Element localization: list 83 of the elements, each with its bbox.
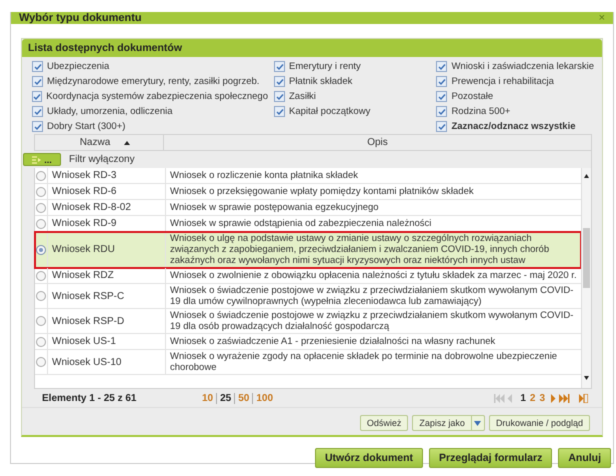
document-description: Wniosek o świadczenie postojowe w związku z przeciwdziałaniem skutkom wywołanym COVID-19 dla umów cywilnoprawnych (wypełnia zleceniodawca lub zamawiający) <box>170 285 574 307</box>
table-row[interactable] <box>35 232 581 268</box>
document-description: Wniosek o świadczenie postojowe w związku z przeciwdziałaniem skutkom wywołanym COVID-19 dla osób prowadzących działalność gospodarczą <box>170 310 574 332</box>
table-row[interactable]: Wniosek RD-6 Wniosek o przeksięgowanie wpłaty pomiędzy kontami płatników składek <box>35 184 581 200</box>
checkbox-label: Kapitał początkowy <box>289 106 370 117</box>
document-description: Wniosek w sprawie postępowania egzekucyjnego <box>170 202 379 213</box>
document-description: Wniosek o przeksięgowanie wpłaty pomiędzy kontami płatników składek <box>170 186 474 197</box>
document-name: Wniosek RSP-D <box>52 316 124 326</box>
sort-ascending-icon <box>124 140 130 144</box>
table-row[interactable]: Wniosek US-10 Wniosek o wyrażenie zgody na opłacenie składek po terminie na dobrowolne ubezpieczenie chorobowe <box>35 350 581 375</box>
checkbox-label: Prewencja i rehabilitacja <box>451 76 554 87</box>
filter-button[interactable]: ... <box>23 153 61 166</box>
table-row[interactable]: Wniosek RDZ Wniosek o zwolnienie z obowiązku opłacenia należności z tytułu składek za marzec - maj 2020 r. <box>35 268 581 284</box>
document-description: Wniosek w sprawie odstąpienia od zabezpieczenia należności <box>170 218 432 229</box>
category-checkbox[interactable] <box>274 76 285 87</box>
item-count: Elementy 1 - 25 z 61 <box>42 392 138 404</box>
document-description: Wniosek o zaświadczenie A1 - przeniesienie działalności na własny rachunek <box>170 336 496 347</box>
category-checkbox[interactable] <box>274 106 285 117</box>
document-name: Wniosek RDU <box>52 244 115 255</box>
table-row[interactable]: Wniosek RD-3 Wniosek o rozliczenie konta płatnika składek <box>35 168 581 184</box>
checkbox-label: Dobry Start (300+) <box>47 121 126 132</box>
document-name: Wniosek RD-9 <box>52 218 116 229</box>
table-row[interactable]: Wniosek US-1 Wniosek o zaświadczenie A1 - przeniesienie działalności na własny rachunek <box>35 334 581 350</box>
checkbox-label: Układy, umorzenia, odliczenia <box>47 106 172 117</box>
page-end-icon[interactable] <box>579 394 588 402</box>
scrollbar[interactable] <box>581 168 591 388</box>
checkbox-label: Rodzina 500+ <box>451 106 510 117</box>
caret-icon <box>474 420 482 426</box>
document-name: Wniosek RD-6 <box>52 186 116 197</box>
checkbox-label: Emerytury i renty <box>289 61 361 72</box>
document-name: Wniosek US-10 <box>52 356 122 368</box>
category-checkbox[interactable] <box>32 121 43 132</box>
radio-button[interactable] <box>36 336 46 346</box>
document-description: Wniosek o wyrażenie zgody na opłacenie składek po terminie na dobrowolne ubezpieczenie chorobowe <box>170 351 558 373</box>
table-row[interactable]: Wniosek RSP-D Wniosek o świadczenie postojowe w związku z przeciwdziałaniem skutkom wywołanym COVID-19 dla osób prowadzących działalność gospodarczą <box>35 309 581 334</box>
checkbox-label: Pozostałe <box>451 91 494 102</box>
radio-button[interactable] <box>36 270 46 280</box>
column-header[interactable]: Opis <box>367 137 388 148</box>
document-name: Wniosek RD-3 <box>52 170 116 181</box>
dialog-title: Wybór typu dokumentu <box>19 12 142 24</box>
checkbox-label: Płatnik składek <box>289 76 352 87</box>
radio-button[interactable] <box>36 291 46 301</box>
action-button[interactable]: Przeglądaj formularz <box>429 448 552 468</box>
panel-title: Lista dostępnych dokumentów <box>22 39 602 57</box>
category-checkbox[interactable] <box>274 91 285 102</box>
category-checkbox[interactable] <box>32 91 42 102</box>
radio-button[interactable] <box>36 316 46 326</box>
toolbar-button[interactable]: Odśwież <box>360 415 408 431</box>
checkbox-label: Międzynarodowe emerytury, renty, zasiłki pogrzeb. <box>47 76 260 87</box>
table-row[interactable]: Wniosek RSP-C Wniosek o świadczenie postojowe w związku z przeciwdziałaniem skutkom wywołanym COVID-19 dla umów cywilnoprawnych (wypełnia zleceniodawca lub zamawiający) <box>35 284 581 309</box>
document-name: Wniosek RDZ <box>52 270 114 281</box>
category-checkbox[interactable] <box>32 106 43 117</box>
checkbox-label: Zasiłki <box>289 91 316 102</box>
document-description: Wniosek o rozliczenie konta płatnika składek <box>170 170 358 181</box>
category-checkbox[interactable] <box>32 76 43 87</box>
filter-status: Filtr wyłączony <box>69 154 135 165</box>
page-link[interactable]: 1 <box>520 392 526 404</box>
document-name: Wniosek US-1 <box>52 336 116 347</box>
checkbox-label: Wnioski i zaświadczenia lekarskie <box>451 61 594 72</box>
radio-button[interactable] <box>36 244 46 254</box>
action-button[interactable]: Utwórz dokument <box>314 448 424 468</box>
checkbox-label: Zaznacz/odznacz wszystkie <box>451 121 576 132</box>
select-all-checkbox[interactable] <box>436 121 448 132</box>
page-size-link[interactable]: 25 <box>216 392 232 404</box>
column-header[interactable]: Nazwa <box>80 137 110 148</box>
document-description: Wniosek o zwolnienie z obowiązku opłacenia należności z tytułu składek za marzec - maj 2020 r. <box>170 270 577 281</box>
document-name: Wniosek RSP-C <box>52 290 124 302</box>
save-as-dropdown-button[interactable]: Zapisz jako <box>412 415 485 431</box>
category-checkbox[interactable] <box>274 61 285 72</box>
category-checkbox[interactable] <box>436 61 448 72</box>
action-button[interactable]: Anuluj <box>558 448 611 468</box>
radio-button[interactable] <box>36 357 46 367</box>
category-checkbox[interactable] <box>436 76 448 87</box>
document-description: Wniosek o ulgę na podstawie ustawy o zmianie ustawy o szczególnych rozwiązaniach związanych z zapobieganiem, przeciwdziałaniem i zwalczaniem COVID-19, innych chorób zakaźnych oraz wywołanych nimi sytuacji kryzysowych oraz niektórych innych ustaw <box>170 233 550 266</box>
category-checkbox[interactable] <box>32 61 43 72</box>
table-row[interactable]: Wniosek RD-8-02 Wniosek w sprawie postępowania egzekucyjnego <box>35 200 581 216</box>
toolbar-button[interactable]: Drukowanie / podgląd <box>488 415 590 431</box>
document-name: Wniosek RD-8-02 <box>52 202 131 213</box>
filter-icon <box>32 156 42 164</box>
checkbox-label: Ubezpieczenia <box>47 61 110 72</box>
checkbox-label: Koordynacja systemów zabezpieczenia społecznego <box>46 91 268 102</box>
category-checkbox[interactable] <box>436 91 448 102</box>
category-checkbox[interactable] <box>436 106 448 117</box>
